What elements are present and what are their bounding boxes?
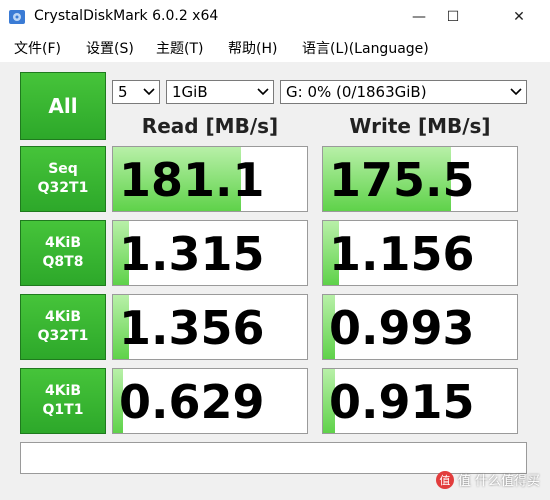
test-label-line2: Q32T1 xyxy=(37,328,89,344)
write-value: 0.915 xyxy=(329,375,475,429)
read-value: 0.629 xyxy=(119,375,265,429)
read-result-seq-q32t1: 181.1 xyxy=(112,146,308,212)
write-result-4kib-q1t1: 0.915 xyxy=(322,368,518,434)
write-result-4kib-q8t8: 1.156 xyxy=(322,220,518,286)
read-result-4kib-q1t1: 0.629 xyxy=(112,368,308,434)
close-button[interactable]: ✕ xyxy=(496,0,542,34)
chevron-down-icon xyxy=(257,88,269,96)
write-value: 1.156 xyxy=(329,227,475,281)
title-bar: CrystalDiskMark 6.0.2 x64 — ☐ ✕ xyxy=(0,0,550,34)
write-header: Write [MB/s] xyxy=(349,114,491,138)
test-button-4kib-q32t1[interactable]: 4KiB Q32T1 xyxy=(20,294,106,360)
menu-help[interactable]: 帮助(H) xyxy=(228,38,277,58)
menu-language[interactable]: 语言(L)(Language) xyxy=(302,38,429,58)
test-label-line1: 4KiB xyxy=(44,309,82,325)
menu-theme[interactable]: 主题(T) xyxy=(156,38,203,58)
drive-select[interactable]: G: 0% (0/1863GiB) xyxy=(280,80,527,104)
read-value: 1.315 xyxy=(119,227,265,281)
chevron-down-icon xyxy=(143,88,155,96)
write-result-seq-q32t1: 175.5 xyxy=(322,146,518,212)
count-value: 5 xyxy=(118,83,128,101)
drive-value: G: 0% (0/1863GiB) xyxy=(286,83,427,101)
write-value: 0.993 xyxy=(329,301,475,355)
all-button[interactable]: All xyxy=(20,72,106,140)
watermark: 值 值 什么值得买 xyxy=(435,470,540,489)
window-title: CrystalDiskMark 6.0.2 x64 xyxy=(34,8,219,24)
size-select[interactable]: 1GiB xyxy=(166,80,274,104)
menu-settings[interactable]: 设置(S) xyxy=(86,38,134,58)
test-button-seq-q32t1[interactable]: Seq Q32T1 xyxy=(20,146,106,212)
watermark-text: 值 什么值得买 xyxy=(457,474,540,489)
maximize-button[interactable]: ☐ xyxy=(430,0,476,34)
menu-bar: 文件(F) 设置(S) 主题(T) 帮助(H) 语言(L)(Language) xyxy=(0,34,550,60)
test-label-line1: 4KiB xyxy=(44,235,82,251)
test-label-line1: 4KiB xyxy=(44,383,82,399)
test-label-line2: Q8T8 xyxy=(42,254,84,270)
read-result-4kib-q8t8: 1.315 xyxy=(112,220,308,286)
read-result-4kib-q32t1: 1.356 xyxy=(112,294,308,360)
test-label-line1: Seq xyxy=(48,161,78,177)
menu-file[interactable]: 文件(F) xyxy=(14,38,61,58)
read-value: 181.1 xyxy=(119,153,265,207)
size-value: 1GiB xyxy=(172,83,208,101)
app-disk-icon xyxy=(9,10,25,24)
count-select[interactable]: 5 xyxy=(112,80,160,104)
test-button-4kib-q8t8[interactable]: 4KiB Q8T8 xyxy=(20,220,106,286)
read-header: Read [MB/s] xyxy=(141,114,279,138)
read-value: 1.356 xyxy=(119,301,265,355)
write-result-4kib-q32t1: 0.993 xyxy=(322,294,518,360)
main-panel: All 5 1GiB G: 0% (0/1863GiB) Read [MB/s]… xyxy=(0,62,550,500)
chevron-down-icon xyxy=(510,88,522,96)
test-label-line2: Q1T1 xyxy=(42,402,84,418)
smzdm-logo-icon: 值 xyxy=(435,470,454,489)
test-label-line2: Q32T1 xyxy=(37,180,89,196)
write-value: 175.5 xyxy=(329,153,475,207)
test-button-4kib-q1t1[interactable]: 4KiB Q1T1 xyxy=(20,368,106,434)
